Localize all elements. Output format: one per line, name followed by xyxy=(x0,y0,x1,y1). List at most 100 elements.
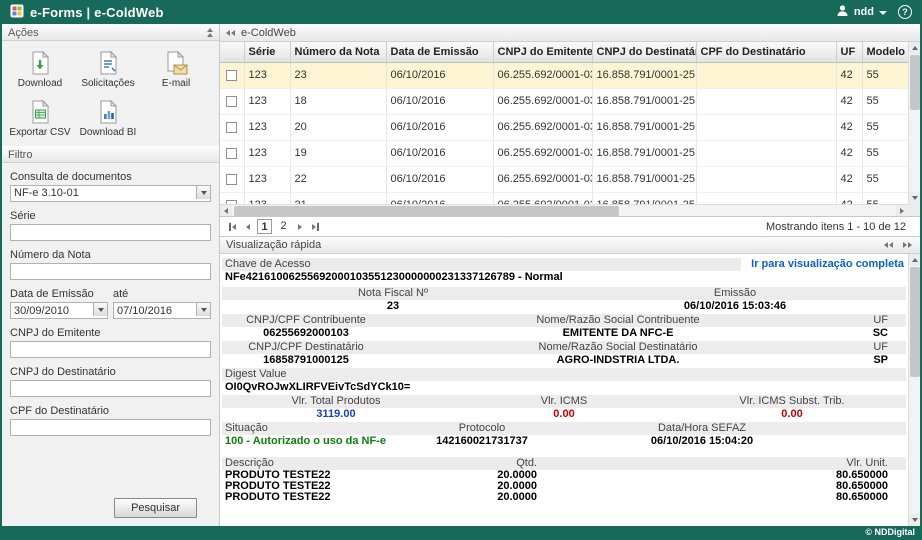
page-2-button[interactable]: 2 xyxy=(276,219,291,234)
numero-nota-label: Número da Nota xyxy=(10,249,211,261)
main-title: e-ColdWeb xyxy=(241,27,296,39)
dest-cnpj-label: CNPJ/CPF Destinatário xyxy=(222,341,390,354)
vlr-total-value: 3119.00 xyxy=(222,408,450,421)
contrib-uf-value: SC xyxy=(846,327,906,340)
situacao-value: 100 - Autorizado o uso da NF-e xyxy=(222,435,392,448)
row-checkbox[interactable] xyxy=(226,70,237,81)
row-checkbox[interactable] xyxy=(226,174,237,185)
scroll-right-icon[interactable] xyxy=(896,205,908,217)
col-cpf-destinatario[interactable]: CPF do Destinatário xyxy=(696,42,836,62)
collapse-up-icon[interactable] xyxy=(207,28,213,37)
cpf-destinatario-input[interactable] xyxy=(10,419,211,436)
col-modelo[interactable]: Modelo xyxy=(862,42,908,62)
collapse-left-icon[interactable] xyxy=(226,30,235,36)
preview-body: Chave de Acesso Ir para visualização com… xyxy=(220,254,920,526)
row-checkbox[interactable] xyxy=(226,122,237,133)
page-1-button[interactable]: 1 xyxy=(257,219,272,234)
dropdown-arrow-icon[interactable] xyxy=(196,186,210,199)
cnpj-emitente-input[interactable] xyxy=(10,341,211,358)
download-button[interactable]: Download xyxy=(6,46,74,95)
scrollbar-thumb[interactable] xyxy=(234,206,619,216)
pesquisar-button[interactable]: Pesquisar xyxy=(114,498,197,518)
actions-title: Ações xyxy=(8,27,39,39)
row-checkbox[interactable] xyxy=(226,148,237,159)
help-button[interactable]: ? xyxy=(898,5,912,19)
contrib-cnpj-value: 06255692000103 xyxy=(222,327,390,340)
row-checkbox[interactable] xyxy=(226,96,237,107)
dest-nome-label: Nome/Razão Social Destinatário xyxy=(390,341,846,354)
prev-page-button[interactable] xyxy=(243,222,253,232)
last-page-button[interactable] xyxy=(309,221,322,233)
product-row: PRODUTO TESTE22 20.0000 80.650000 xyxy=(222,492,906,503)
serie-input[interactable] xyxy=(10,224,211,241)
requests-icon xyxy=(95,50,121,76)
ate-label: até xyxy=(113,288,128,300)
col-cnpj-emitente[interactable]: CNPJ do Emitente xyxy=(493,42,592,62)
main-header: e-ColdWeb xyxy=(220,24,920,42)
scrollbar-thumb[interactable] xyxy=(910,267,920,377)
scrollbar-thumb[interactable] xyxy=(910,55,920,110)
numero-nota-input[interactable] xyxy=(10,263,211,280)
first-page-button[interactable] xyxy=(226,221,239,233)
scroll-down-icon[interactable] xyxy=(909,514,921,526)
email-button[interactable]: E-mail xyxy=(142,46,210,95)
documents-table-area: Série Número da Nota Data de Emissão CNP… xyxy=(220,42,920,217)
table-horizontal-scrollbar[interactable] xyxy=(220,204,908,216)
preview-title: Visualização rápida xyxy=(226,239,321,251)
date-dropdown-icon[interactable] xyxy=(93,303,107,316)
dest-uf-label: UF xyxy=(846,341,906,354)
download-label: Download xyxy=(18,78,62,89)
col-data-emissao[interactable]: Data de Emissão xyxy=(386,42,493,62)
download-bi-button[interactable]: Download BI xyxy=(74,95,142,144)
col-select xyxy=(220,42,244,62)
solicitacoes-button[interactable]: Solicitações xyxy=(74,46,142,95)
previous-record-icon[interactable] xyxy=(884,242,893,248)
table-row[interactable]: 123 22 06/10/2016 06.255.692/0001-03 16.… xyxy=(220,166,908,192)
user-icon xyxy=(836,4,849,20)
exportar-csv-button[interactable]: Exportar CSV xyxy=(6,95,74,144)
app-window: e-Forms | e-ColdWeb ndd ? Ações Downl xyxy=(0,0,922,540)
full-view-link[interactable]: Ir para visualização completa xyxy=(741,258,906,271)
chave-acesso-label: Chave de Acesso xyxy=(222,258,741,271)
scroll-down-icon[interactable] xyxy=(909,192,921,204)
scroll-up-icon[interactable] xyxy=(909,254,921,266)
table-vertical-scrollbar[interactable] xyxy=(908,42,920,204)
data-emissao-label: Data de Emissão xyxy=(10,288,113,300)
main-area: e-ColdWeb Série Número da Nota Data de E… xyxy=(220,24,920,526)
col-numero-nota[interactable]: Número da Nota xyxy=(290,42,386,62)
user-menu[interactable]: ndd xyxy=(854,6,874,18)
col-serie[interactable]: Série xyxy=(244,42,290,62)
date-dropdown-icon[interactable] xyxy=(196,303,210,316)
pagination-bar: 1 2 Mostrando itens 1 - 10 de 12 xyxy=(220,217,920,237)
table-row[interactable]: 123 23 06/10/2016 06.255.692/0001-03 16.… xyxy=(220,62,908,88)
filter-title: Filtro xyxy=(8,149,32,161)
scroll-up-icon[interactable] xyxy=(909,42,921,54)
cnpj-destinatario-input[interactable] xyxy=(10,380,211,397)
contrib-nome-value: EMITENTE DA NFC-E xyxy=(390,327,846,340)
dest-cnpj-value: 16858791000125 xyxy=(222,354,390,367)
cpf-destinatario-label: CPF do Destinatário xyxy=(10,405,211,417)
table-row[interactable]: 123 19 06/10/2016 06.255.692/0001-03 16.… xyxy=(220,140,908,166)
consulta-documentos-value[interactable]: NF-e 3.10-01 xyxy=(10,185,211,202)
download-icon xyxy=(27,50,53,76)
sefaz-value: 06/10/2016 15:04:20 xyxy=(572,435,832,448)
preview-vertical-scrollbar[interactable] xyxy=(908,254,920,526)
next-page-button[interactable] xyxy=(295,222,305,232)
digest-label: Digest Value xyxy=(222,368,906,381)
col-uf[interactable]: UF xyxy=(836,42,862,62)
protocolo-value: 142160021731737 xyxy=(392,435,572,448)
consulta-documentos-select[interactable]: NF-e 3.10-01 xyxy=(10,185,211,202)
cnpj-emitente-label: CNPJ do Emitente xyxy=(10,327,211,339)
vlr-icms-value: 0.00 xyxy=(450,408,678,421)
digest-value: OI0QvROJwXLIRFVEivTcSdYCk10= xyxy=(222,381,906,394)
col-cnpj-destinatario[interactable]: CNPJ do Destinatário xyxy=(592,42,696,62)
nota-fiscal-label: Nota Fiscal Nº xyxy=(222,287,564,300)
next-record-icon[interactable] xyxy=(903,242,912,248)
contrib-uf-label: UF xyxy=(846,314,906,327)
table-row[interactable]: 123 20 06/10/2016 06.255.692/0001-03 16.… xyxy=(220,114,908,140)
download-bi-icon xyxy=(95,99,121,125)
chevron-down-icon[interactable] xyxy=(879,11,887,15)
table-row[interactable]: 123 18 06/10/2016 06.255.692/0001-03 16.… xyxy=(220,88,908,114)
scroll-left-icon[interactable] xyxy=(220,205,232,217)
pagination-status: Mostrando itens 1 - 10 de 12 xyxy=(766,221,914,233)
